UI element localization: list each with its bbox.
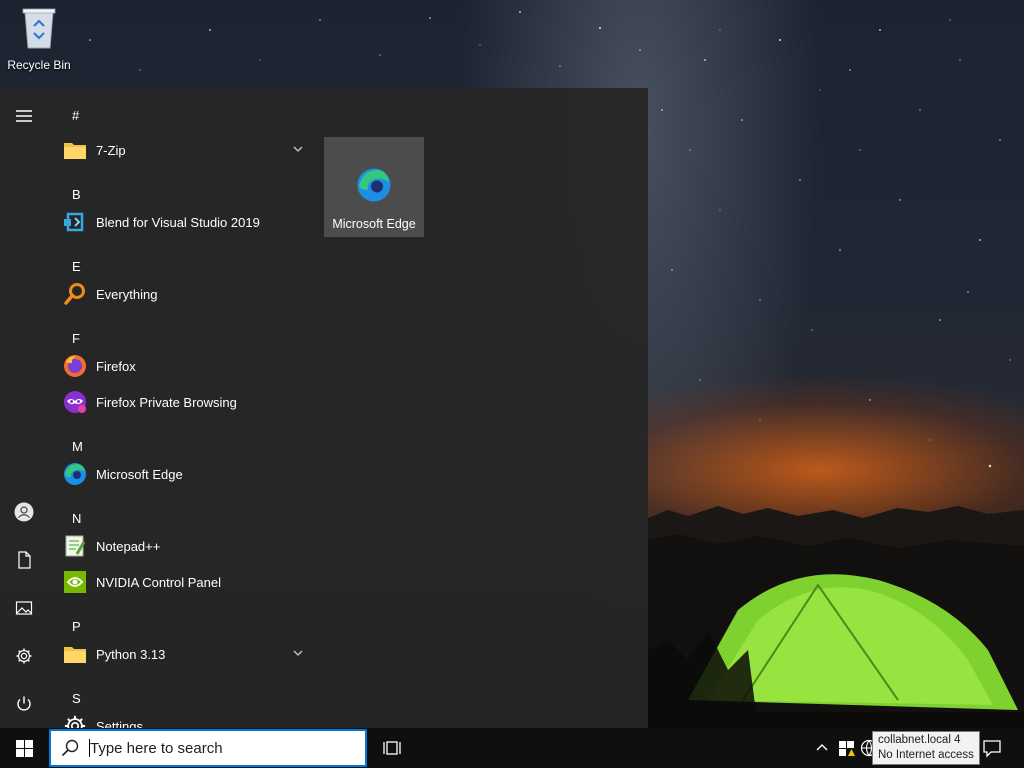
app-name: NVIDIA Control Panel (96, 574, 222, 590)
app-name: Firefox (96, 358, 136, 374)
app-name: Python 3.13 (96, 646, 166, 662)
show-hidden-icons-chevron-icon[interactable] (814, 740, 830, 756)
firefox-icon (62, 353, 88, 379)
windows-logo-icon (15, 739, 33, 757)
nvidia-icon (62, 569, 88, 595)
taskbar: Type here to search (0, 728, 1024, 768)
app-firefox[interactable]: Firefox (48, 348, 318, 384)
section-header-n[interactable]: N (48, 492, 318, 528)
magnifier-icon (62, 281, 88, 307)
app-name: Everything (96, 286, 158, 302)
tooltip-network-name: collabnet.local 4 (878, 734, 961, 746)
settings-button[interactable] (0, 632, 48, 680)
app-name: Blend for Visual Studio 2019 (96, 214, 260, 230)
app-python[interactable]: Python 3.13 (48, 636, 318, 672)
gear-icon (62, 713, 88, 728)
gear-icon (16, 648, 32, 664)
app-name: Firefox Private Browsing (96, 394, 237, 410)
recycle-bin[interactable]: Recycle Bin (4, 6, 74, 76)
section-header-hash[interactable]: # (48, 88, 318, 132)
task-view-icon (383, 741, 401, 755)
folder-icon (62, 641, 88, 667)
app-settings[interactable]: Settings (48, 708, 318, 728)
desktop-wallpaper-landscape (648, 506, 1024, 728)
edge-icon (357, 168, 391, 202)
section-header-p[interactable]: P (48, 600, 318, 636)
app-everything[interactable]: Everything (48, 276, 318, 312)
pictures-button[interactable] (0, 584, 48, 632)
start-button[interactable] (0, 728, 48, 768)
app-name: Notepad++ (96, 538, 161, 554)
tile-microsoft-edge[interactable]: Microsoft Edge (324, 137, 424, 237)
user-icon (14, 502, 34, 522)
app-list: # 7-Zip B Blend for Visual Studio 2019 E… (48, 88, 318, 728)
section-header-e[interactable]: E (48, 240, 318, 276)
documents-button[interactable] (0, 536, 48, 584)
app-nvidia-control-panel[interactable]: NVIDIA Control Panel (48, 564, 318, 600)
pictures-icon (15, 601, 33, 615)
chevron-down-icon[interactable] (292, 647, 304, 659)
app-blend[interactable]: Blend for Visual Studio 2019 (48, 204, 318, 240)
notepadpp-icon (62, 533, 88, 559)
tooltip-network-status: No Internet access (878, 749, 974, 761)
recycle-bin-label: Recycle Bin (7, 58, 71, 72)
section-header-f[interactable]: F (48, 312, 318, 348)
blend-icon (62, 209, 88, 235)
section-header-s[interactable]: S (48, 672, 318, 708)
hamburger-icon (16, 110, 32, 122)
chevron-down-icon[interactable] (292, 143, 304, 155)
app-name: Settings (96, 718, 143, 729)
document-icon (18, 551, 31, 569)
tile-label: Microsoft Edge (332, 217, 416, 231)
account-button[interactable] (0, 488, 48, 536)
search-placeholder: Type here to search (90, 739, 223, 757)
start-menu-rail (0, 88, 48, 728)
search-box[interactable]: Type here to search (49, 729, 367, 767)
app-microsoft-edge[interactable]: Microsoft Edge (48, 456, 318, 492)
firefox-private-icon (62, 389, 88, 415)
action-center-icon[interactable] (982, 738, 1002, 758)
app-firefox-private[interactable]: Firefox Private Browsing (48, 384, 318, 420)
expand-menu-button[interactable] (0, 92, 48, 140)
app-name: Microsoft Edge (96, 466, 183, 482)
edge-icon (62, 461, 88, 487)
folder-icon (62, 137, 88, 163)
section-header-m[interactable]: M (48, 420, 318, 456)
power-button[interactable] (0, 680, 48, 728)
section-header-b[interactable]: B (48, 168, 318, 204)
network-tooltip: collabnet.local 4 No Internet access (872, 731, 980, 765)
task-view-button[interactable] (376, 728, 408, 768)
app-notepadpp[interactable]: Notepad++ (48, 528, 318, 564)
start-menu: # 7-Zip B Blend for Visual Studio 2019 E… (0, 88, 648, 728)
search-icon (61, 739, 79, 757)
recycle-bin-icon (22, 8, 56, 49)
app-name: 7-Zip (96, 142, 126, 158)
app-7zip[interactable]: 7-Zip (48, 132, 318, 168)
power-icon (17, 696, 31, 711)
security-warning-icon[interactable] (838, 739, 856, 757)
